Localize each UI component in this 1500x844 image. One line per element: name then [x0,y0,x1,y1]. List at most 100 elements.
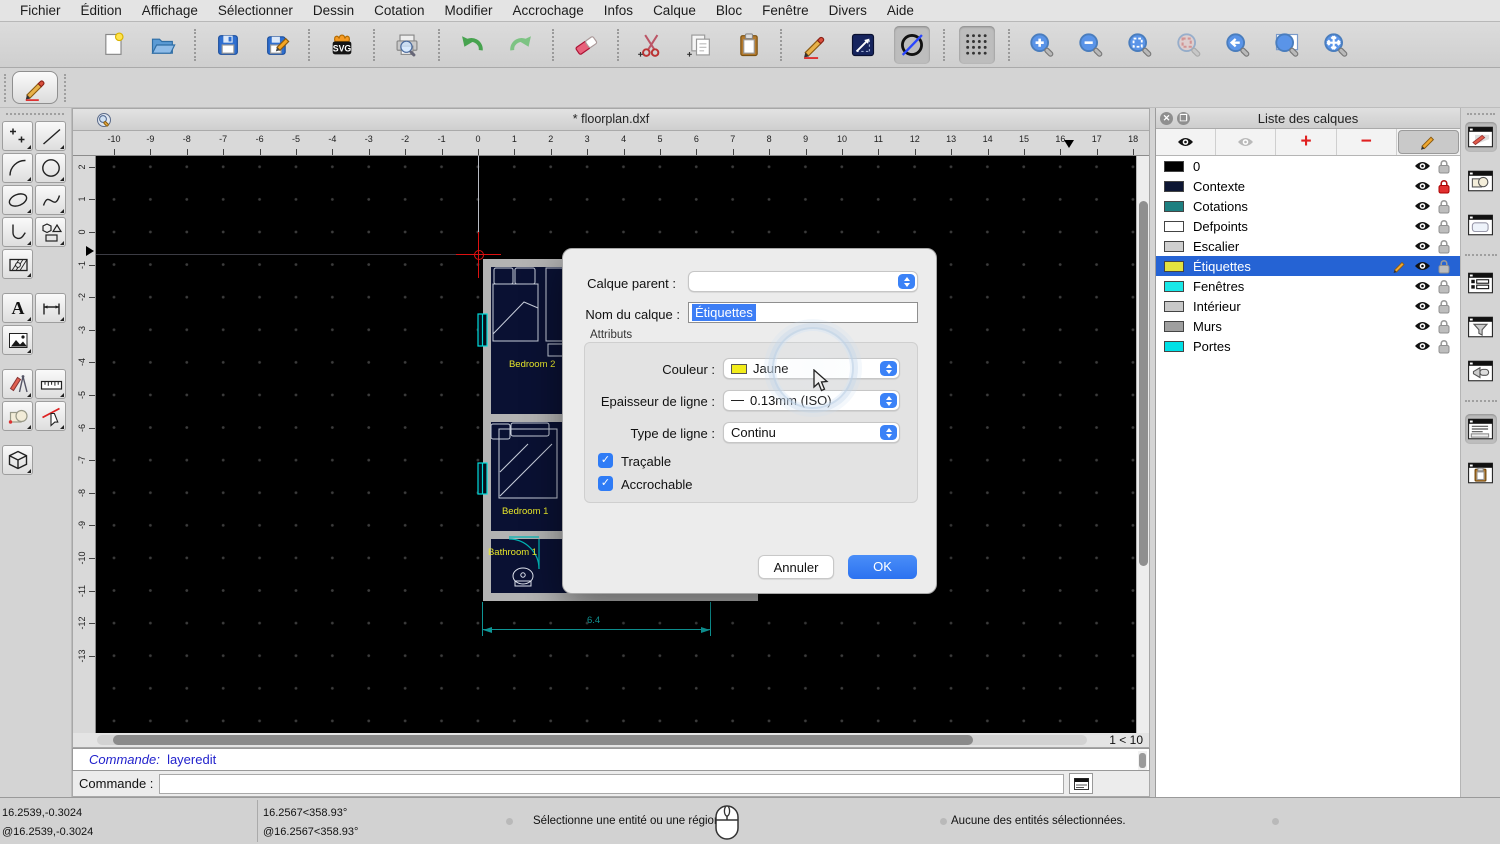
toolbar-drag-handle[interactable] [64,74,66,102]
visibility-eye-icon[interactable] [1414,300,1431,312]
redo-icon[interactable] [503,26,539,64]
visibility-eye-icon[interactable] [1414,260,1431,272]
circle-tool[interactable] [35,153,66,183]
visibility-eye-icon[interactable] [1414,180,1431,192]
ortho-restrict-icon[interactable] [845,26,881,64]
shapes-tool[interactable] [35,217,66,247]
hatch-tool[interactable] [2,249,33,279]
layer-list-panel-icon[interactable] [1465,122,1497,152]
layer-row-portes[interactable]: Portes [1156,336,1460,356]
select-tool[interactable] [35,401,66,431]
layer-row-murs[interactable]: Murs [1156,316,1460,336]
menu-divers[interactable]: Divers [819,0,877,22]
open-file-icon[interactable] [145,26,181,64]
draw-pen-icon[interactable] [796,26,832,64]
new-file-icon[interactable] [96,26,132,64]
solid-tool[interactable] [2,445,33,475]
layer-row-escalier[interactable]: Escalier [1156,236,1460,256]
menu-e-dition[interactable]: Édition [71,0,132,22]
menu-aide[interactable]: Aide [877,0,924,22]
menu-se-lectionner[interactable]: Sélectionner [208,0,303,22]
dimension-tool[interactable] [35,293,66,323]
layer-row-inte-rieur[interactable]: Intérieur [1156,296,1460,316]
arc-tool[interactable] [2,153,33,183]
history-scrollbar[interactable] [1138,751,1147,770]
undo-icon[interactable] [454,26,490,64]
menu-infos[interactable]: Infos [594,0,643,22]
view-list-panel-icon[interactable] [1465,268,1497,298]
print-preview-icon[interactable] [389,26,425,64]
visibility-eye-icon[interactable] [1414,160,1431,172]
command-history-panel-icon[interactable] [1465,414,1497,444]
lock-icon[interactable] [1438,319,1450,334]
ok-button[interactable]: OK [848,555,917,579]
layer-row-defpoints[interactable]: Defpoints [1156,216,1460,236]
tool-options-panel-icon[interactable] [1465,356,1497,386]
history-scrollbar-thumb[interactable] [1139,753,1146,768]
menu-fichier[interactable]: Fichier [10,0,71,22]
visibility-eye-icon[interactable] [1414,220,1431,232]
selection-filter-panel-icon[interactable] [1465,312,1497,342]
menu-bloc[interactable]: Bloc [706,0,752,22]
menu-modifier[interactable]: Modifier [434,0,502,22]
visibility-eye-icon[interactable] [1414,200,1431,212]
cancel-button[interactable]: Annuler [758,555,834,579]
lock-icon[interactable] [1438,239,1450,254]
delete-eraser-icon[interactable] [568,26,604,64]
block-tool[interactable] [2,401,33,431]
menu-dessin[interactable]: Dessin [303,0,364,22]
modify-tool[interactable] [2,369,33,399]
lock-icon[interactable] [1438,159,1450,174]
command-input[interactable] [159,774,1064,794]
ellipse-tool[interactable] [2,185,33,215]
lock-icon[interactable] [1438,179,1450,194]
lock-icon[interactable] [1438,299,1450,314]
measure-tool[interactable] [35,369,66,399]
menu-affichage[interactable]: Affichage [132,0,208,22]
layer-row-contexte[interactable]: Contexte [1156,176,1460,196]
svg-export-icon[interactable]: SVG [324,26,360,64]
edit-layer-pencil-button[interactable] [1398,130,1459,154]
clipboard-panel-icon[interactable] [1465,458,1497,488]
lock-icon[interactable] [1438,339,1450,354]
zoom-in-icon[interactable] [1024,26,1060,64]
canvas-vertical-scrollbar[interactable] [1136,156,1149,733]
zoom-out-icon[interactable] [1073,26,1109,64]
parent-layer-dropdown[interactable] [688,271,918,292]
points-tool[interactable] [2,121,33,151]
pan-icon[interactable] [1318,26,1354,64]
zoom-auto-icon[interactable] [1122,26,1158,64]
spline-tool[interactable] [35,185,66,215]
restrict-nothing-icon[interactable] [894,26,930,64]
layer-row-e-tiquettes[interactable]: Étiquettes [1156,256,1460,276]
paste-icon[interactable] [731,26,767,64]
snappable-checkbox[interactable]: ✓ [598,476,613,491]
palette-drag-handle[interactable] [6,113,64,115]
drawing-window-titlebar[interactable]: * floorplan.dxf [73,109,1149,131]
visibility-eye-icon[interactable] [1414,340,1431,352]
add-layer-button[interactable]: + [1276,129,1336,155]
dock-drag-handle[interactable] [1467,113,1495,115]
linetype-dropdown[interactable]: Continu [723,422,900,443]
layer-row-cotations[interactable]: Cotations [1156,196,1460,216]
remove-layer-button[interactable]: − [1337,129,1397,155]
keyboard-toggle-button[interactable] [1069,773,1093,794]
layer-row-fene-tres[interactable]: Fenêtres [1156,276,1460,296]
cut-icon[interactable] [633,26,669,64]
text-tool[interactable]: A [2,293,33,323]
current-tool-pen-button[interactable] [12,71,58,104]
visibility-eye-icon[interactable] [1414,320,1431,332]
lock-icon[interactable] [1438,279,1450,294]
zoom-previous-icon[interactable] [1220,26,1256,64]
save-icon[interactable] [210,26,246,64]
line-tool[interactable] [35,121,66,151]
menu-cotation[interactable]: Cotation [364,0,434,22]
toolbar-drag-handle[interactable] [4,74,6,102]
vertical-scrollbar-thumb[interactable] [1139,201,1148,566]
polyline-tool[interactable] [2,217,33,247]
lock-icon[interactable] [1438,219,1450,234]
lock-icon[interactable] [1438,259,1450,274]
hide-all-eye-button[interactable] [1216,129,1276,155]
menu-fene-tre[interactable]: Fenêtre [752,0,819,22]
plottable-checkbox[interactable]: ✓ [598,453,613,468]
